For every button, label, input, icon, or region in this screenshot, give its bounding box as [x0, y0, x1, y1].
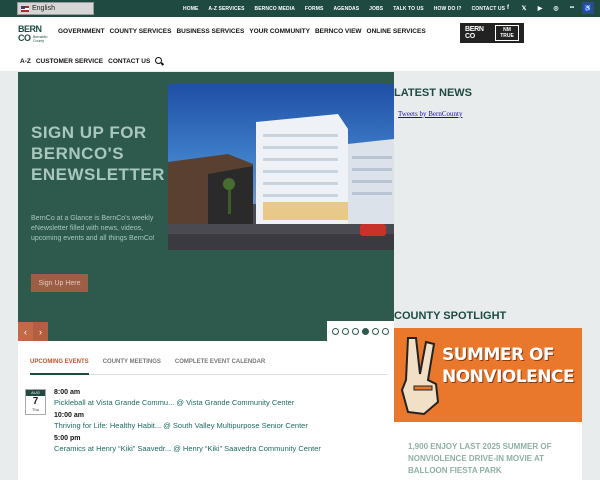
x-icon[interactable]: 𝕏 [518, 2, 530, 14]
event-item: 8:00 am Pickleball at Vista Grande Commu… [54, 389, 294, 407]
language-selector[interactable]: English [17, 2, 94, 15]
slide-dot-2[interactable] [342, 327, 349, 335]
nav-contact-us[interactable]: CONTACT US [108, 58, 150, 65]
slider-arrows: ‹ › [18, 322, 48, 341]
link-agendas[interactable]: AGENDAS [333, 6, 359, 12]
event-day: 7 [32, 396, 39, 407]
slide-dot-3[interactable] [352, 327, 359, 335]
site-header: BERN CO Bernalillo County GOVERNMENT COUN… [0, 17, 600, 71]
nav-a-z[interactable]: A-Z [20, 58, 31, 65]
nav-bernco-view[interactable]: BERNCO VIEW [315, 28, 362, 35]
social-links: f 𝕏 ▶ ◎ •• ♿ [502, 2, 594, 14]
event-time: 5:00 pm [54, 435, 81, 442]
link-home[interactable]: HOME [183, 6, 198, 12]
slide-indicators [327, 321, 394, 341]
sign-up-button[interactable]: Sign Up Here [31, 274, 88, 292]
slide-dot-1[interactable] [332, 327, 339, 335]
spotlight-card: 1,900 ENJOY LAST 2025 SUMMER OF NONVIOLE… [394, 422, 582, 480]
language-label: English [32, 5, 55, 12]
hero-slider: SIGN UP FOR BERNCO'S ENEWSLETTER BernCo … [18, 72, 394, 341]
event-title-link[interactable]: Ceramics at Henry “Kiki” Saavedr... @ He… [54, 444, 321, 453]
slide-dot-6[interactable] [382, 327, 389, 335]
event-weekday: Thu [32, 407, 39, 412]
nav-county-services[interactable]: COUNTY SERVICES [110, 28, 172, 35]
link-talk-to-us[interactable]: TALK TO US [393, 6, 424, 12]
utility-bar: English HOME A-Z SERVICES BERNCO MEDIA F… [0, 0, 600, 17]
nav-customer-service[interactable]: CUSTOMER SERVICE [36, 58, 103, 65]
flickr-icon[interactable]: •• [566, 2, 578, 14]
main-nav: GOVERNMENT COUNTY SERVICES BUSINESS SERV… [58, 28, 426, 35]
slide-dot-4[interactable] [362, 327, 369, 335]
hero-title: SIGN UP FOR BERNCO'S ENEWSLETTER [31, 123, 165, 184]
event-title-link[interactable]: Thriving for Life: Healthy Habit... @ So… [54, 421, 308, 430]
bernco-logo[interactable]: BERN CO Bernalillo County [18, 25, 54, 45]
spotlight-image[interactable]: SUMMER OF NONVIOLENCE [394, 328, 582, 422]
link-forms[interactable]: FORMS [305, 6, 324, 12]
badge-nm-true: NM TRUE [495, 25, 519, 41]
event-time: 10:00 am [54, 412, 84, 419]
link-a-z-services[interactable]: A-Z SERVICES [208, 6, 244, 12]
search-icon[interactable] [155, 57, 164, 66]
tab-upcoming-events[interactable]: UPCOMING EVENTS [30, 353, 89, 375]
nm-true-badge[interactable]: BERN CO NM TRUE [460, 23, 524, 43]
badge-bernco: BERN CO [465, 26, 484, 40]
us-flag-icon [21, 5, 29, 12]
instagram-icon[interactable]: ◎ [550, 2, 562, 14]
accessibility-icon[interactable]: ♿ [582, 2, 594, 14]
link-contact-us[interactable]: CONTACT US [472, 6, 505, 12]
facebook-icon[interactable]: f [502, 2, 514, 14]
nav-government[interactable]: GOVERNMENT [58, 28, 105, 35]
events-tabs: UPCOMING EVENTS COUNTY MEETINGS COMPLETE… [30, 353, 387, 375]
event-time: 8:00 am [54, 389, 81, 396]
nav-business-services[interactable]: BUSINESS SERVICES [176, 28, 244, 35]
tweets-link[interactable]: Tweets by BernCounty [398, 110, 462, 118]
county-spotlight-heading: COUNTY SPOTLIGHT [394, 310, 507, 322]
event-date: AUG 7 Thu [25, 389, 46, 415]
latest-news-heading: LATEST NEWS [394, 87, 473, 99]
hero-building-image [168, 84, 394, 250]
sub-nav: A-Z CUSTOMER SERVICE CONTACT US [20, 57, 164, 66]
link-how-do-i[interactable]: HOW DO I? [434, 6, 462, 12]
nav-your-community[interactable]: YOUR COMMUNITY [249, 28, 310, 35]
event-title-link[interactable]: Pickleball at Vista Grande Commu... @ Vi… [54, 398, 294, 407]
logo-subtitle: Bernalillo County [33, 35, 48, 43]
tab-complete-event-calendar[interactable]: COMPLETE EVENT CALENDAR [175, 353, 265, 374]
next-slide-button[interactable]: › [33, 322, 48, 341]
spotlight-headline[interactable]: 1,900 ENJOY LAST 2025 SUMMER OF NONVIOLE… [408, 441, 573, 477]
utility-links: HOME A-Z SERVICES BERNCO MEDIA FORMS AGE… [183, 0, 505, 17]
spotlight-image-text: SUMMER OF NONVIOLENCE [442, 345, 575, 387]
youtube-icon[interactable]: ▶ [534, 2, 546, 14]
prev-slide-button[interactable]: ‹ [18, 322, 33, 341]
link-bernco-media[interactable]: BERNCO MEDIA [255, 6, 295, 12]
tab-county-meetings[interactable]: COUNTY MEETINGS [103, 353, 161, 374]
events-panel: UPCOMING EVENTS COUNTY MEETINGS COMPLETE… [18, 341, 394, 480]
hero-description: BernCo at a Glance is BernCo's weekly eN… [31, 215, 155, 242]
link-jobs[interactable]: JOBS [369, 6, 383, 12]
event-item: 5:00 pm Ceramics at Henry “Kiki” Saavedr… [54, 435, 321, 453]
nav-online-services[interactable]: ONLINE SERVICES [367, 28, 426, 35]
slide-dot-5[interactable] [372, 327, 379, 335]
event-item: 10:00 am Thriving for Life: Healthy Habi… [54, 412, 308, 430]
